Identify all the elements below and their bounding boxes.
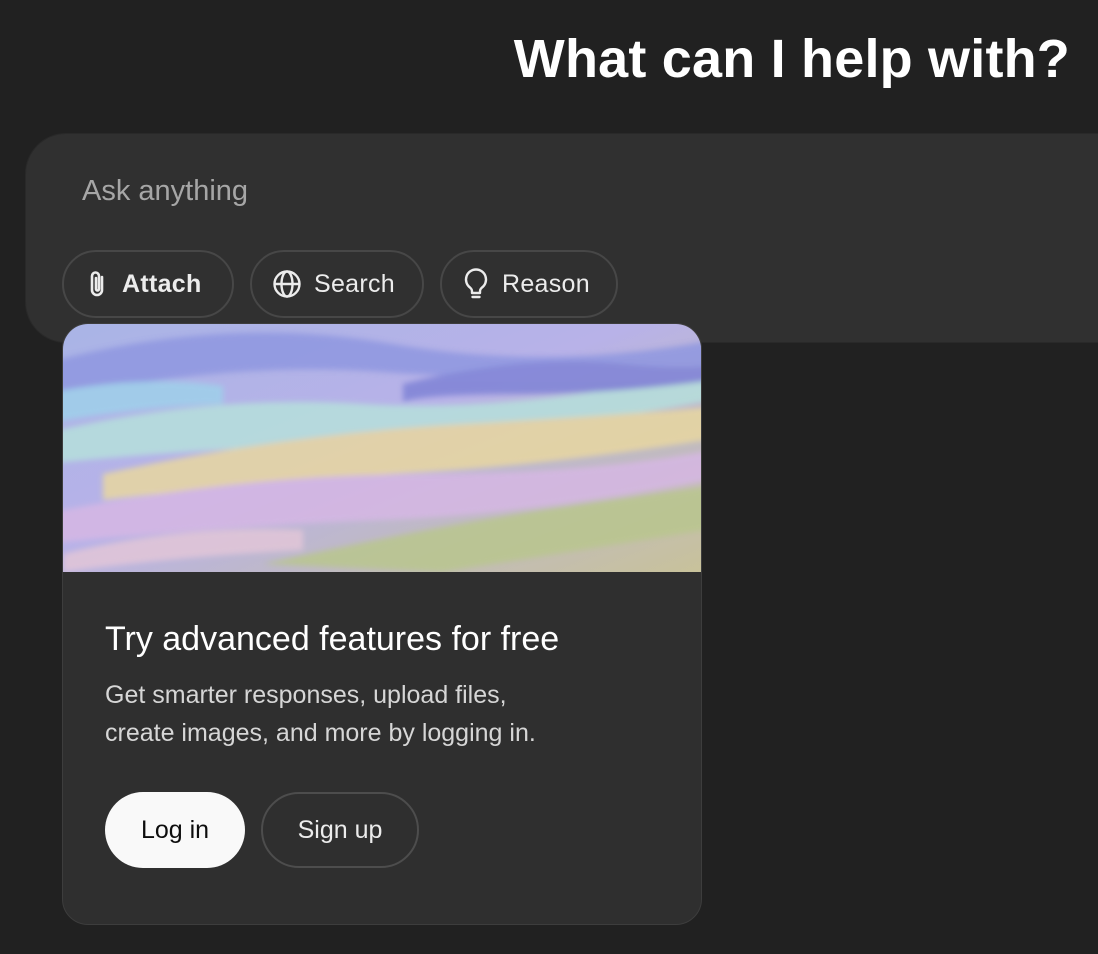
chat-composer: Attach Search Reason: [26, 134, 1098, 342]
attach-button[interactable]: Attach: [62, 250, 234, 318]
search-label: Search: [314, 269, 396, 298]
page-title: What can I help with?: [513, 29, 1070, 89]
prompt-input[interactable]: [82, 170, 982, 212]
promo-description-line: Get smarter responses, upload files,: [105, 681, 507, 709]
lightbulb-icon: [462, 267, 490, 301]
banner-artwork-image: [63, 324, 701, 572]
login-button[interactable]: Log in: [105, 792, 245, 868]
promo-description-line: create images, and more by logging in.: [105, 719, 536, 747]
signup-button[interactable]: Sign up: [261, 792, 419, 868]
login-promo-card: Try advanced features for free Get smart…: [62, 323, 702, 925]
globe-icon: [272, 269, 302, 299]
reason-label: Reason: [502, 269, 590, 298]
reason-button[interactable]: Reason: [440, 250, 618, 318]
search-button[interactable]: Search: [250, 250, 424, 318]
paperclip-icon: [84, 268, 110, 300]
promo-description: Get smarter responses, upload files, cre…: [105, 676, 645, 752]
promo-title: Try advanced features for free: [105, 620, 560, 658]
attach-label: Attach: [122, 269, 202, 298]
